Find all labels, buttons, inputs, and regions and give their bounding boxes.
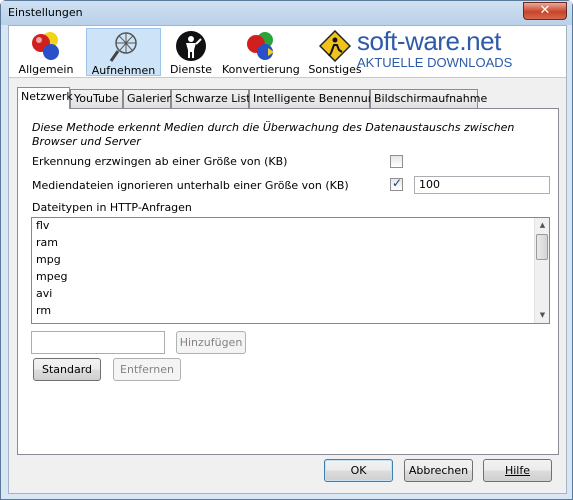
toolbar-item-sonstiges[interactable]: Sonstiges	[305, 28, 365, 76]
add-button[interactable]: Hinzufügen	[176, 331, 246, 354]
filetypes-list[interactable]: flv ram mpg mpeg avi rm ▲ ▼	[31, 217, 550, 324]
watermark-brand: soft-ware.net	[357, 26, 501, 56]
tab-schwarze-liste[interactable]: Schwarze Liste	[171, 89, 257, 108]
tab-galerien[interactable]: Galerien	[123, 89, 173, 108]
toolbar-label: Sonstiges	[308, 63, 362, 76]
toolbar-label: Aufnehmen	[91, 64, 156, 77]
list-item[interactable]: rm	[36, 304, 51, 317]
filetype-input[interactable]	[31, 331, 165, 354]
ok-button[interactable]: OK	[324, 459, 393, 482]
services-figure-icon	[176, 31, 206, 61]
settings-window: Einstellungen ✕ Allgemein Aufnehmen Dien…	[0, 0, 573, 500]
min-size-field[interactable]: 100	[414, 176, 550, 194]
scroll-thumb[interactable]	[536, 234, 548, 260]
cancel-button[interactable]: Abbrechen	[404, 459, 473, 482]
list-item[interactable]: flv	[36, 219, 49, 232]
dialog-client: Allgemein Aufnehmen Dienste Konvertierun…	[8, 25, 567, 494]
scroll-down-icon[interactable]: ▼	[535, 308, 549, 323]
list-scrollbar[interactable]: ▲ ▼	[534, 218, 549, 323]
list-item[interactable]: ram	[36, 236, 58, 249]
title-bar: Einstellungen ✕	[1, 1, 572, 25]
tab-youtube[interactable]: YouTube	[70, 89, 123, 108]
toolbar-label: Konvertierung	[222, 63, 300, 76]
list-item[interactable]: mpg	[36, 253, 61, 266]
category-toolbar: Allgemein Aufnehmen Dienste Konvertierun…	[9, 26, 566, 78]
close-icon: ✕	[539, 3, 551, 18]
network-tab-panel: Diese Methode erkennt Medien durch die Ü…	[17, 108, 559, 455]
toolbar-item-aufnehmen[interactable]: Aufnehmen	[86, 28, 161, 77]
list-item[interactable]: mpeg	[36, 270, 67, 283]
toolbar-item-konvertierung[interactable]: Konvertierung	[222, 28, 300, 76]
force-detection-label: Erkennung erzwingen ab einer Größe von (…	[32, 155, 288, 168]
toolbar-item-dienste[interactable]: Dienste	[167, 28, 215, 76]
toolbar-label: Allgemein	[18, 63, 74, 76]
scroll-up-icon[interactable]: ▲	[535, 218, 549, 233]
remove-button[interactable]: Entfernen	[113, 358, 181, 381]
misc-sign-icon	[319, 30, 351, 62]
tab-bildschirmaufnahme[interactable]: Bildschirmaufnahme	[370, 89, 487, 108]
force-detection-checkbox[interactable]	[390, 155, 403, 168]
convert-balls-icon	[247, 32, 274, 60]
help-button[interactable]: Hilfe	[483, 459, 552, 482]
ignore-small-label: Mediendateien ignorieren unterhalb einer…	[32, 179, 349, 192]
toolbar-item-allgemein[interactable]: Allgemein	[17, 28, 75, 76]
watermark-tagline: AKTUELLE DOWNLOADS	[357, 55, 513, 70]
description-text: Diese Methode erkennt Medien durch die Ü…	[32, 121, 515, 148]
window-title: Einstellungen	[8, 6, 83, 19]
ignore-small-checkbox[interactable]	[390, 176, 403, 191]
tab-netzwerk[interactable]: Netzwerk	[17, 87, 73, 109]
default-button[interactable]: Standard	[33, 358, 101, 381]
network-globe-icon	[109, 32, 137, 62]
toolbar-label: Dienste	[169, 63, 213, 76]
colored-balls-icon	[32, 32, 59, 60]
tab-intelligente-benennung[interactable]: Intelligente Benennung	[249, 89, 382, 108]
close-button[interactable]: ✕	[523, 2, 567, 20]
list-item[interactable]: avi	[36, 287, 52, 300]
filetypes-label: Dateitypen in HTTP-Anfragen	[32, 201, 192, 214]
